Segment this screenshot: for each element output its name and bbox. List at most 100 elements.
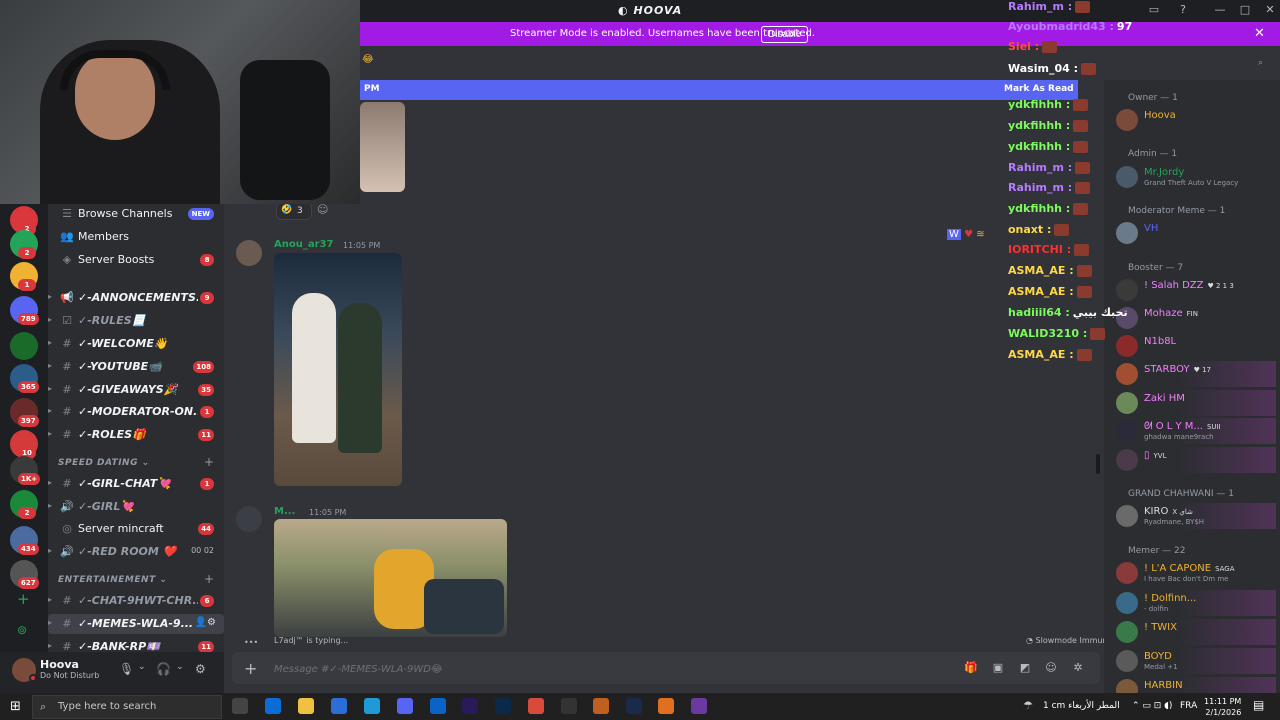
store-icon[interactable] — [265, 698, 281, 714]
chevron-down-icon[interactable]: ⌄ — [176, 662, 184, 672]
reaction-pill[interactable]: 🤣 3 — [276, 202, 312, 220]
heart-icon[interactable]: ♥ — [964, 229, 973, 240]
channel-item[interactable]: ▸ # ✓-MODERATOR-ON... 1 — [48, 402, 224, 422]
member-item[interactable]: Mr.Jordy Grand Theft Auto V Legacy — [1110, 164, 1276, 190]
start-menu-icon[interactable] — [331, 698, 347, 714]
channel-item[interactable]: ▸ # ✓-YOUTUBE📹 108 — [48, 357, 224, 377]
member-item[interactable]: BOYD Medal +1 — [1110, 648, 1276, 674]
inbox-icon[interactable]: ▭ — [1146, 3, 1162, 19]
channel-item[interactable]: ▸ 📢 ✓-ANNONCEMENTS... 9 — [48, 288, 224, 308]
gift-icon[interactable]: 🎁 — [964, 661, 978, 675]
image-attachment[interactable] — [274, 253, 402, 486]
image-attachment[interactable] — [274, 519, 507, 637]
message-timestamp: 11:05 PM — [343, 241, 381, 250]
microphone-icon[interactable]: 🎙 — [119, 662, 134, 676]
chat-scrollbar[interactable] — [1096, 454, 1100, 474]
member-item[interactable]: STARBOY ♥ 17 — [1110, 361, 1276, 387]
gif-icon[interactable]: ▣ — [991, 661, 1005, 675]
windows-start-icon[interactable]: ⊞ — [10, 699, 21, 714]
channel-item[interactable]: ▸ # ✓-WELCOME👋 — [48, 334, 224, 354]
channel-item[interactable]: ▸ ☑ ✓-RULES📃 — [48, 311, 224, 331]
new-messages-bar[interactable] — [360, 80, 1078, 100]
chevron-down-icon[interactable]: ⌄ — [138, 662, 146, 672]
sticker-icon[interactable]: ◩ — [1018, 661, 1032, 675]
message-author[interactable]: M... — [274, 506, 295, 517]
message-author[interactable]: Anou_ar37 — [274, 239, 333, 250]
channel-item[interactable]: 👥 Members — [48, 227, 224, 247]
tray-icons[interactable]: ⌃ ▭ ⊡ ◖) — [1132, 701, 1172, 711]
avatar[interactable] — [236, 240, 262, 266]
channel-item[interactable]: ▸ # ✓-ROLES🎁 11 — [48, 425, 224, 445]
app-icon[interactable] — [691, 698, 707, 714]
channel-item[interactable]: ▸ # ✓-MEMES-WLA-9... 👤⚙ — [48, 614, 224, 634]
avatar[interactable] — [236, 506, 262, 532]
channel-settings-icon[interactable]: 👤⚙ — [195, 617, 216, 628]
previous-image-attachment[interactable] — [360, 102, 405, 192]
photoshop-icon[interactable] — [495, 698, 511, 714]
member-item[interactable]: ▯ YVL — [1110, 447, 1276, 473]
channel-item[interactable]: ◎ Server mincraft 44 — [48, 519, 224, 539]
add-reaction-icon[interactable]: ☺ — [317, 203, 328, 216]
taskbar-clock[interactable]: 11:11 PM 2/1/2026 — [1204, 696, 1241, 718]
file-explorer-icon[interactable] — [298, 698, 314, 714]
chrome-icon[interactable] — [528, 698, 544, 714]
member-item[interactable]: ! Dolfinn... - dolfin — [1110, 590, 1276, 616]
channel-item[interactable]: ▸ # ✓-GIVEAWAYS🎉 35 — [48, 380, 224, 400]
member-item[interactable]: N1b8L — [1110, 333, 1276, 359]
channel-item[interactable]: ☰ Browse Channels NEW — [48, 204, 224, 224]
outlook-icon[interactable] — [430, 698, 446, 714]
edge-icon[interactable] — [364, 698, 380, 714]
search-icon[interactable]: ⌕ — [1258, 58, 1263, 68]
channel-item[interactable]: ▸ # ✓-GIRL-CHAT💘 1 — [48, 474, 224, 494]
mark-as-read-button[interactable]: Mark As Read — [1004, 84, 1074, 94]
task-view-icon[interactable] — [232, 698, 248, 714]
member-item[interactable]: KIRO X شاي Ryadmane, BY$H — [1110, 503, 1276, 529]
maximize-button[interactable]: □ — [1237, 3, 1253, 19]
unread-badge: 11 — [198, 429, 214, 441]
server-icon[interactable] — [10, 332, 38, 360]
steam-icon[interactable] — [626, 698, 642, 714]
category-speed-dating[interactable]: SPEED DATING ⌄ — [58, 458, 150, 468]
explore-servers-icon[interactable]: ⊚ — [17, 623, 27, 637]
create-channel-icon[interactable]: + — [204, 572, 214, 586]
notification-icon[interactable]: ▤ — [1253, 698, 1264, 712]
member-item[interactable]: VH — [1110, 220, 1276, 246]
close-icon[interactable]: ✕ — [1254, 26, 1265, 41]
emoji-icon[interactable]: ☺ — [1044, 661, 1058, 675]
obs-icon[interactable] — [561, 698, 577, 714]
disable-streamer-mode-button[interactable]: Disable — [761, 26, 809, 43]
apps-icon[interactable]: ✲ — [1071, 661, 1085, 675]
member-item[interactable]: Hoova — [1110, 107, 1276, 133]
message-actions-bar[interactable]: W ♥ ≋ — [947, 229, 985, 240]
user-name[interactable]: Hoova — [40, 658, 79, 671]
member-item[interactable]: Mohaze FIN — [1110, 305, 1276, 331]
settings-gear-icon[interactable]: ⚙ — [195, 662, 206, 676]
discord-icon[interactable] — [397, 698, 413, 714]
member-item[interactable]: Zaki HM — [1110, 390, 1276, 416]
member-item[interactable]: ! Salah DZZ ♥ 2 1 3 — [1110, 277, 1276, 303]
app-icon[interactable] — [593, 698, 609, 714]
member-item[interactable]: ! L'A CAPONE SAGA I have Bac don't Dm me — [1110, 560, 1276, 586]
help-icon[interactable]: ? — [1175, 3, 1191, 19]
taskbar-search-text[interactable]: Type here to search — [58, 701, 156, 712]
create-channel-icon[interactable]: + — [204, 455, 214, 469]
member-item[interactable]: ! TWIX — [1110, 619, 1276, 645]
member-item[interactable]: ᘛ O L Y M... SUII ghadwa mane9rach — [1110, 418, 1276, 444]
message-input[interactable] — [274, 661, 874, 677]
channel-item[interactable]: ▸ 🔊 ✓-GIRL💘 — [48, 497, 224, 517]
category-entertainement[interactable]: ENTERTAINEMENT ⌄ — [58, 575, 167, 585]
add-server-icon[interactable]: + — [17, 590, 30, 608]
close-window-button[interactable]: ✕ — [1262, 3, 1278, 19]
channel-item[interactable]: ◈ Server Boosts 8 — [48, 250, 224, 270]
app-icon[interactable] — [658, 698, 674, 714]
channel-item[interactable]: ▸ # ✓-CHAT-9HWT-CHR... 6 — [48, 591, 224, 611]
headphones-icon[interactable]: 🎧 — [156, 662, 171, 676]
premiere-icon[interactable] — [462, 698, 478, 714]
language-indicator[interactable]: FRA — [1180, 701, 1197, 711]
minimize-button[interactable]: — — [1212, 3, 1228, 19]
w-emoji-icon[interactable]: W — [947, 229, 961, 240]
attach-plus-icon[interactable]: + — [244, 659, 257, 678]
rainbow-icon[interactable]: ≋ — [976, 229, 984, 240]
weather-text[interactable]: 1 cm المطر الأربعاء — [1043, 701, 1120, 711]
channel-item[interactable]: ▸ 🔊 ✓-RED ROOM ❤️ 00 02 — [48, 542, 224, 562]
